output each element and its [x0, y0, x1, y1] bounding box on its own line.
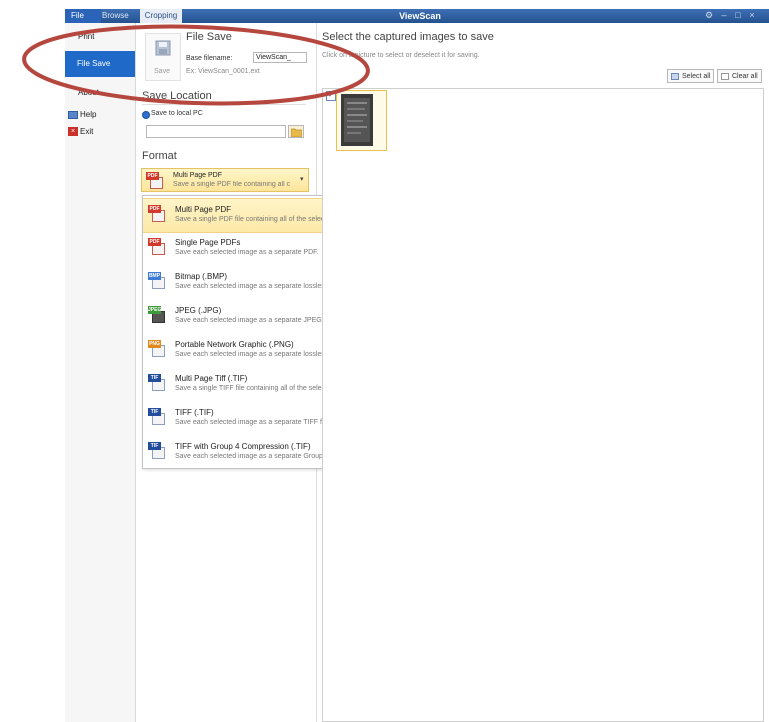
bmp-icon: BMP: [148, 272, 166, 290]
floppy-disk-icon: [155, 40, 171, 56]
tab-file-label: File: [71, 11, 84, 20]
pdf-icon: PDF: [146, 172, 164, 190]
format-selected-desc: Save a single PDF file containing all c: [173, 181, 291, 188]
base-filename-label: Base filename:: [186, 55, 233, 62]
save-to-local-label: Save to local PC: [151, 110, 203, 117]
tab-cropping[interactable]: Cropping: [140, 9, 182, 23]
folder-icon: [291, 128, 302, 137]
option-title: Portable Network Graphic (.PNG): [175, 340, 294, 349]
jpeg-icon: JPEG: [148, 306, 166, 324]
file-save-header: File Save: [186, 31, 232, 43]
nav-item-exit[interactable]: Exit: [80, 127, 93, 136]
help-icon[interactable]: ⚙: [704, 10, 714, 20]
save-to-local-radio[interactable]: [142, 111, 150, 119]
base-filename-input[interactable]: [253, 52, 307, 63]
nav-item-help[interactable]: Help: [80, 110, 96, 119]
select-all-button[interactable]: Select all: [667, 69, 714, 83]
option-title: TIFF with Group 4 Compression (.TIF): [175, 442, 311, 451]
option-title: Bitmap (.BMP): [175, 272, 228, 281]
format-header: Format: [142, 150, 177, 162]
option-desc: Save each selected image as a separate J…: [175, 317, 324, 324]
document-image-icon: [344, 98, 370, 142]
format-select[interactable]: PDF Multi Page PDF Save a single PDF fil…: [141, 168, 309, 192]
captured-image: [341, 94, 373, 146]
exit-icon: ×: [68, 127, 78, 136]
select-all-icon: [671, 73, 679, 80]
tif-icon: TIF: [148, 442, 166, 460]
clear-all-button[interactable]: Clear all: [717, 69, 762, 83]
divider: [142, 104, 306, 105]
clear-all-icon: [721, 73, 729, 80]
tif-icon: TIF: [148, 374, 166, 392]
option-desc: Save each selected image as a separate P…: [175, 249, 319, 256]
images-header: Select the captured images to save: [322, 31, 494, 43]
option-desc: Save each selected image as a separate l…: [175, 283, 347, 290]
image-grid: [322, 88, 764, 722]
help-book-icon: [68, 111, 78, 119]
maximize-icon[interactable]: □: [733, 10, 743, 20]
option-desc: Save each selected image as a separate T…: [175, 419, 331, 426]
option-title: Multi Page Tiff (.TIF): [175, 374, 248, 383]
save-button-label: Save: [154, 68, 170, 75]
close-icon[interactable]: ×: [747, 10, 757, 20]
tab-file[interactable]: File: [65, 9, 101, 23]
nav-item-print[interactable]: Print: [78, 32, 94, 41]
chevron-down-icon: ▾: [300, 176, 304, 183]
filename-example: Ex: ViewScan_0001.ext: [186, 68, 260, 75]
clear-all-label: Clear all: [732, 73, 758, 80]
nav-item-file-save[interactable]: File Save: [65, 51, 135, 77]
option-title: Single Page PDFs: [175, 238, 241, 247]
nav-item-about[interactable]: About: [78, 88, 99, 97]
browse-folder-button[interactable]: [288, 125, 304, 138]
tab-browse[interactable]: Browse: [102, 11, 129, 21]
save-location-header: Save Location: [142, 90, 212, 102]
option-title: JPEG (.JPG): [175, 306, 222, 315]
images-instruction: Click on a picture to select or deselect…: [322, 52, 480, 59]
tif-icon: TIF: [148, 408, 166, 426]
pdf-icon: PDF: [148, 238, 166, 256]
app-title: ViewScan: [399, 11, 441, 21]
png-icon: PNG: [148, 340, 166, 358]
option-title: TIFF (.TIF): [175, 408, 214, 417]
select-all-label: Select all: [682, 73, 711, 80]
pdf-icon: PDF: [148, 205, 166, 223]
save-path-input[interactable]: [146, 125, 286, 138]
thumbnail-checkbox[interactable]: ✓: [326, 91, 336, 101]
minimize-icon[interactable]: –: [719, 10, 729, 20]
option-title: Multi Page PDF: [175, 205, 232, 214]
format-selected-title: Multi Page PDF: [173, 172, 223, 179]
